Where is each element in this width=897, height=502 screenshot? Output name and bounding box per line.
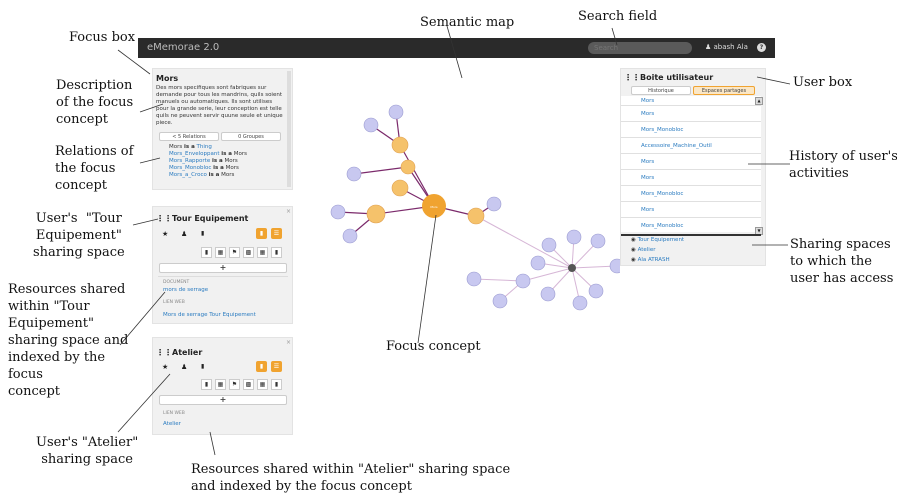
annotation-search-field: Search field: [578, 9, 658, 24]
annotation-history: History of user's activities: [789, 149, 897, 181]
annotation-focus-concept: Focus concept: [386, 339, 481, 354]
annotation-focus-box: Focus box: [69, 30, 136, 45]
annotation-semantic-map: Semantic map: [420, 15, 515, 30]
annotation-relations: Relations of the focus concept: [55, 144, 134, 193]
annotation-atelier-space: User's "Atelier" sharing space: [36, 435, 139, 467]
annotation-tour-space: User's "Tour Equipement" sharing space: [33, 211, 125, 260]
annotation-user-box: User box: [793, 75, 853, 90]
annotation-resources-tour: Resources shared within "Tour Equipement…: [8, 282, 129, 399]
annotation-sharing-spaces: Sharing spaces to which the user has acc…: [790, 237, 894, 286]
annotation-description: Description of the focus concept: [56, 78, 134, 127]
annotation-resources-atelier: Resources shared within "Atelier" sharin…: [191, 462, 511, 494]
annotation-lines: [117, 25, 791, 456]
